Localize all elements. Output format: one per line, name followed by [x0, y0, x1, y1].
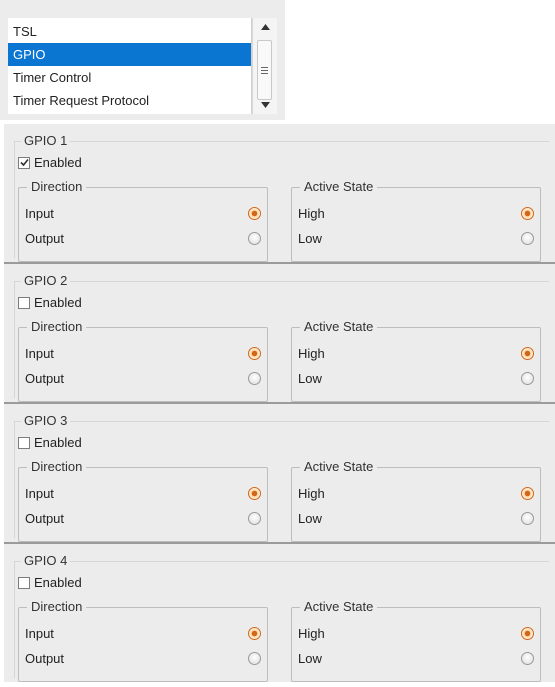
- gpio-3-direction-output[interactable]: Output: [25, 509, 261, 529]
- radio-unselected-icon[interactable]: [521, 512, 534, 525]
- radio-unselected-icon[interactable]: [248, 372, 261, 385]
- low-label: Low: [298, 231, 322, 246]
- gpio-2-enabled-checkbox[interactable]: Enabled: [18, 295, 82, 310]
- output-label: Output: [25, 231, 65, 246]
- high-label: High: [298, 206, 325, 221]
- direction-title: Direction: [27, 319, 87, 334]
- radio-selected-icon[interactable]: [248, 207, 261, 220]
- input-label: Input: [25, 626, 54, 641]
- arrow-down-icon: [260, 102, 270, 108]
- arrow-up-icon: [260, 24, 270, 30]
- output-label: Output: [25, 371, 65, 386]
- radio-selected-icon[interactable]: [521, 487, 534, 500]
- low-label: Low: [298, 511, 322, 526]
- gpio-4-direction-input[interactable]: Input: [25, 624, 261, 644]
- radio-unselected-icon[interactable]: [248, 232, 261, 245]
- grip-icon: [261, 66, 268, 74]
- radio-unselected-icon[interactable]: [521, 652, 534, 665]
- radio-selected-icon[interactable]: [248, 487, 261, 500]
- high-label: High: [298, 346, 325, 361]
- gpio-4-panel: GPIO 4 Enabled Direction Input Output Ac…: [4, 544, 555, 682]
- gpio-4-active-low[interactable]: Low: [298, 649, 534, 669]
- scroll-thumb[interactable]: [257, 40, 272, 100]
- output-label: Output: [25, 651, 65, 666]
- gpio-1-direction-output[interactable]: Output: [25, 229, 261, 249]
- list-item-timer-control[interactable]: Timer Control: [8, 66, 251, 89]
- list-scrollbar[interactable]: [252, 18, 277, 114]
- gpio-2-title: GPIO 2: [21, 273, 71, 288]
- direction-title: Direction: [27, 459, 87, 474]
- gpio-2-panel: GPIO 2 Enabled Direction Input Output Ac…: [4, 264, 555, 404]
- radio-selected-icon[interactable]: [521, 207, 534, 220]
- protocol-list[interactable]: TSL GPIO Timer Control Timer Request Pro…: [8, 18, 252, 114]
- gpio-1-active-low[interactable]: Low: [298, 229, 534, 249]
- gpio-1-active-state-group: Active State High Low: [291, 179, 541, 262]
- gpio-4-active-state-group: Active State High Low: [291, 599, 541, 682]
- gpio-2-active-state-group: Active State High Low: [291, 319, 541, 402]
- radio-unselected-icon[interactable]: [521, 232, 534, 245]
- low-label: Low: [298, 651, 322, 666]
- checkbox-box[interactable]: [18, 296, 30, 309]
- gpio-4-direction-group: Direction Input Output: [18, 599, 268, 682]
- input-label: Input: [25, 346, 54, 361]
- output-label: Output: [25, 511, 65, 526]
- active-state-title: Active State: [300, 599, 378, 614]
- high-label: High: [298, 626, 325, 641]
- list-item-tsl[interactable]: TSL: [8, 20, 251, 43]
- gpio-4-direction-output[interactable]: Output: [25, 649, 261, 669]
- gpio-1-title: GPIO 1: [21, 133, 71, 148]
- enabled-label: Enabled: [34, 295, 82, 310]
- gpio-4-enabled-checkbox[interactable]: Enabled: [18, 575, 82, 590]
- gpio-3-active-low[interactable]: Low: [298, 509, 534, 529]
- gpio-4-active-high[interactable]: High: [298, 624, 534, 644]
- gpio-1-direction-group: Direction Input Output: [18, 179, 268, 262]
- checkbox-box[interactable]: [18, 436, 30, 449]
- radio-selected-icon[interactable]: [521, 347, 534, 360]
- high-label: High: [298, 486, 325, 501]
- enabled-label: Enabled: [34, 575, 82, 590]
- gpio-3-panel: GPIO 3 Enabled Direction Input Output Ac…: [4, 404, 555, 544]
- checkbox-box[interactable]: [18, 576, 30, 589]
- list-item-gpio[interactable]: GPIO: [8, 43, 251, 66]
- input-label: Input: [25, 486, 54, 501]
- radio-unselected-icon[interactable]: [521, 372, 534, 385]
- list-item-timer-request-protocol[interactable]: Timer Request Protocol: [8, 89, 251, 112]
- gpio-1-active-high[interactable]: High: [298, 204, 534, 224]
- protocol-list-panel: TSL GPIO Timer Control Timer Request Pro…: [0, 0, 285, 120]
- radio-selected-icon[interactable]: [248, 347, 261, 360]
- gpio-2-active-high[interactable]: High: [298, 344, 534, 364]
- gpio-4-title: GPIO 4: [21, 553, 71, 568]
- gpio-3-direction-input[interactable]: Input: [25, 484, 261, 504]
- enabled-label: Enabled: [34, 435, 82, 450]
- gpio-3-active-state-group: Active State High Low: [291, 459, 541, 542]
- gpio-2-direction-group: Direction Input Output: [18, 319, 268, 402]
- direction-title: Direction: [27, 179, 87, 194]
- gpio-1-direction-input[interactable]: Input: [25, 204, 261, 224]
- scroll-up-button[interactable]: [253, 18, 277, 36]
- active-state-title: Active State: [300, 319, 378, 334]
- radio-unselected-icon[interactable]: [248, 512, 261, 525]
- scroll-down-button[interactable]: [253, 96, 277, 114]
- active-state-title: Active State: [300, 459, 378, 474]
- radio-selected-icon[interactable]: [248, 627, 261, 640]
- gpio-3-title: GPIO 3: [21, 413, 71, 428]
- checkbox-box[interactable]: [18, 156, 30, 169]
- gpio-3-active-high[interactable]: High: [298, 484, 534, 504]
- gpio-2-active-low[interactable]: Low: [298, 369, 534, 389]
- input-label: Input: [25, 206, 54, 221]
- active-state-title: Active State: [300, 179, 378, 194]
- gpio-3-direction-group: Direction Input Output: [18, 459, 268, 542]
- enabled-label: Enabled: [34, 155, 82, 170]
- gpio-2-direction-output[interactable]: Output: [25, 369, 261, 389]
- gpio-1-enabled-checkbox[interactable]: Enabled: [18, 155, 82, 170]
- low-label: Low: [298, 371, 322, 386]
- checkmark-icon: [19, 158, 29, 167]
- gpio-3-enabled-checkbox[interactable]: Enabled: [18, 435, 82, 450]
- radio-unselected-icon[interactable]: [248, 652, 261, 665]
- radio-selected-icon[interactable]: [521, 627, 534, 640]
- gpio-1-panel: GPIO 1 Enabled Direction Input Output Ac…: [4, 124, 555, 264]
- gpio-2-direction-input[interactable]: Input: [25, 344, 261, 364]
- direction-title: Direction: [27, 599, 87, 614]
